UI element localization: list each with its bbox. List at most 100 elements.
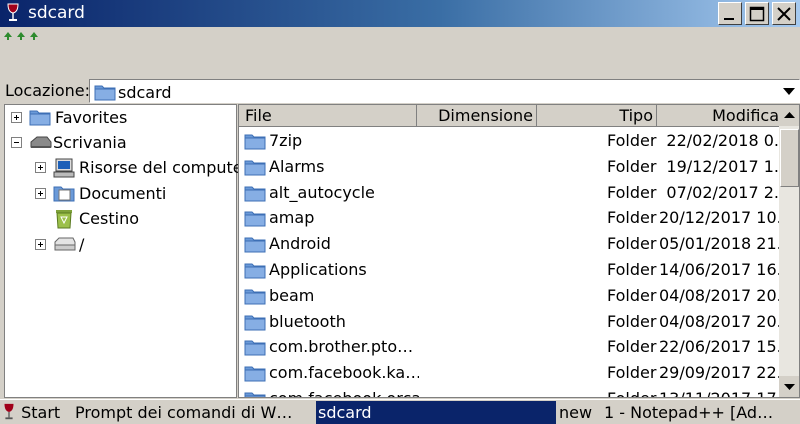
tree-item[interactable]: Scrivania — [5, 131, 237, 155]
expand-icon[interactable] — [35, 188, 46, 199]
file-name: Android — [269, 234, 331, 254]
file-name: com.facebook.orca — [269, 389, 419, 397]
up-icon[interactable] — [30, 32, 38, 40]
vertical-scrollbar[interactable] — [779, 105, 799, 397]
column-header-file[interactable]: File — [239, 105, 417, 127]
column-header-type[interactable]: Tipo — [537, 105, 657, 127]
tree-item[interactable]: Cestino — [5, 207, 237, 231]
folder-icon — [244, 134, 266, 150]
file-row[interactable]: 7zip Folder 22/02/2018 0. — [239, 128, 779, 154]
file-name: 7zip — [269, 131, 303, 150]
file-type: Folder — [607, 234, 657, 254]
folder-icon — [29, 110, 51, 126]
scroll-up-button[interactable] — [779, 105, 799, 126]
folder-icon — [244, 366, 266, 382]
start-button[interactable]: Start — [2, 401, 74, 424]
file-name: Alarms — [269, 156, 325, 176]
collapse-icon[interactable] — [11, 137, 22, 148]
file-type: Folder — [607, 311, 657, 331]
tree-item[interactable]: Favorites — [5, 106, 237, 130]
file-row[interactable]: com.brother.pto… Folder 22/06/2017 15. — [239, 334, 779, 360]
folder-icon — [244, 160, 266, 176]
file-row[interactable]: com.facebook.ka… Folder 29/09/2017 22. — [239, 360, 779, 386]
tree-item-label: Favorites — [55, 108, 128, 127]
file-row[interactable]: amap Folder 20/12/2017 10. — [239, 205, 779, 231]
scroll-down-button[interactable] — [779, 376, 799, 397]
column-header-size[interactable]: Dimensione — [417, 105, 537, 127]
file-modified: 04/08/2017 20. — [659, 285, 779, 305]
file-modified: 19/12/2017 1. — [666, 156, 779, 176]
folder-icon — [94, 85, 116, 101]
minimize-icon — [724, 18, 734, 20]
computer-icon — [53, 158, 75, 178]
forward-icon[interactable] — [17, 32, 25, 40]
file-row[interactable]: bluetooth Folder 04/08/2017 20. — [239, 309, 779, 335]
folder-icon — [244, 289, 266, 305]
file-row[interactable]: Alarms Folder 19/12/2017 1. — [239, 154, 779, 180]
file-type: Folder — [607, 131, 657, 150]
file-type: Folder — [607, 182, 657, 202]
folder-icon — [244, 392, 266, 397]
folder-icon — [244, 211, 266, 227]
file-type: Folder — [607, 156, 657, 176]
tree-item-label: Scrivania — [53, 133, 127, 152]
back-icon[interactable] — [4, 32, 12, 40]
expand-icon[interactable] — [11, 112, 22, 123]
column-header-modified[interactable]: Modifica — [657, 105, 779, 127]
file-name: com.facebook.ka… — [269, 363, 419, 383]
folder-icon — [244, 340, 266, 356]
tree-item-label: Cestino — [79, 209, 139, 228]
chevron-down-icon[interactable] — [783, 88, 795, 96]
location-combobox[interactable]: sdcard — [89, 79, 800, 103]
file-row[interactable]: com.facebook.orca Folder 13/11/2017 17. — [239, 386, 779, 397]
tree-item[interactable]: Documenti — [5, 182, 237, 206]
file-type: Folder — [607, 363, 657, 383]
file-modified: 22/06/2017 15. — [659, 337, 779, 357]
folder-tree[interactable]: Favorites Scrivania Risorse del compute Doc… — [4, 104, 243, 398]
taskbar: Start Prompt dei comandi di W… sdcard new 1… — [0, 399, 800, 424]
documents-icon — [53, 186, 75, 202]
wine-glass-icon — [7, 3, 19, 21]
tree-item-label: Documenti — [79, 184, 167, 203]
folder-icon — [244, 263, 266, 279]
file-row[interactable]: Applications Folder 14/06/2017 16. — [239, 257, 779, 283]
folder-icon — [244, 237, 266, 253]
folder-icon — [244, 186, 266, 202]
file-name: bluetooth — [269, 311, 346, 331]
file-row[interactable]: alt_autocycle Folder 07/02/2017 2. — [239, 180, 779, 206]
maximize-button[interactable] — [745, 2, 769, 25]
arrow-up-icon — [784, 112, 795, 118]
file-type: Folder — [607, 260, 657, 279]
tree-item[interactable]: Risorse del compute — [5, 156, 243, 180]
file-type: Folder — [607, 337, 657, 357]
file-name: amap — [269, 208, 315, 228]
file-row[interactable]: Android Folder 05/01/2018 21. — [239, 231, 779, 257]
scroll-thumb[interactable] — [780, 129, 799, 187]
location-value: sdcard — [118, 83, 172, 102]
taskbar-item[interactable]: 1 - Notepad++ [Ad… — [604, 401, 800, 424]
file-name: Applications — [269, 260, 367, 279]
folder-icon — [244, 315, 266, 331]
file-modified: 29/09/2017 22. — [659, 363, 779, 383]
location-label: Locazione: — [5, 81, 91, 100]
taskbar-item[interactable]: sdcard — [316, 401, 556, 424]
window-title: sdcard — [28, 3, 85, 23]
file-row[interactable]: beam Folder 04/08/2017 20. — [239, 283, 779, 309]
wine-glass-icon — [4, 403, 14, 420]
file-modified: 22/02/2018 0. — [666, 131, 779, 150]
file-name: beam — [269, 285, 315, 305]
expand-icon[interactable] — [35, 162, 46, 173]
title-bar[interactable]: sdcard — [0, 0, 800, 27]
desktop-icon — [30, 136, 52, 148]
minimize-button[interactable] — [718, 2, 742, 25]
file-type: Folder — [607, 208, 657, 228]
taskbar-item[interactable]: Prompt dei comandi di W… — [75, 401, 315, 424]
close-button[interactable] — [772, 2, 796, 25]
file-modified: 07/02/2017 2. — [666, 182, 779, 202]
recycle-bin-icon — [56, 210, 72, 229]
taskbar-item[interactable]: new — [559, 401, 599, 424]
file-modified: 05/01/2018 21. — [659, 234, 779, 254]
tree-item[interactable]: / — [5, 233, 237, 257]
file-list[interactable]: File Dimensione Tipo Modifica 7zip Folde… — [238, 104, 800, 398]
expand-icon[interactable] — [35, 239, 46, 250]
